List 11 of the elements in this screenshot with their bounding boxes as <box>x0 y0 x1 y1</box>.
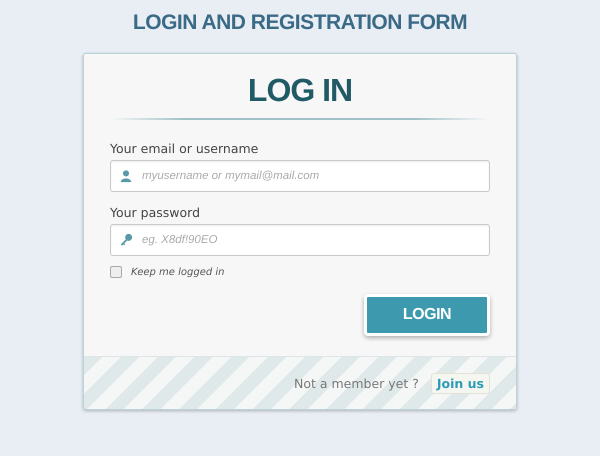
footer-text: Not a member yet ? <box>294 376 419 390</box>
page-title: LOGIN AND REGISTRATION FORM <box>132 10 468 36</box>
form-heading: LOG IN <box>246 71 354 110</box>
field-label: Your password <box>110 205 200 220</box>
input-field[interactable]: myusername or mymail@mail.com <box>110 160 490 192</box>
input-field[interactable]: eg. X8df!90EO <box>110 224 490 256</box>
login-button[interactable]: LOGIN <box>364 294 490 336</box>
remember-label: Keep me logged in <box>131 266 224 278</box>
remember-checkbox[interactable] <box>110 266 122 278</box>
field-label: Your email or username <box>110 141 258 156</box>
join-link[interactable]: Join us <box>430 372 490 394</box>
